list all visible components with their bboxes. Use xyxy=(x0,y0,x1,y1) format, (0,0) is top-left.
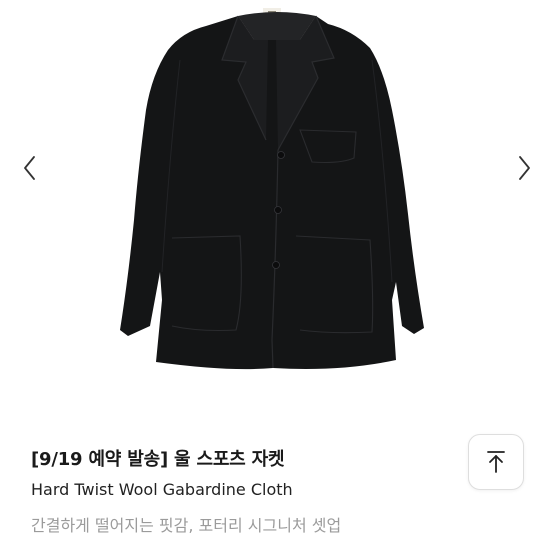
chevron-left-icon xyxy=(24,156,35,180)
gallery-next-button[interactable] xyxy=(510,148,540,188)
arrow-up-to-top-icon xyxy=(487,451,505,473)
scroll-to-top-button[interactable] xyxy=(468,434,524,490)
gallery-prev-button[interactable] xyxy=(14,148,44,188)
product-info: [9/19 예약 발송] 울 스포츠 자켓 Hard Twist Wool Ga… xyxy=(0,400,554,554)
chevron-right-icon xyxy=(519,156,530,180)
product-image-gallery xyxy=(0,0,554,400)
product-subtitle: Hard Twist Wool Gabardine Cloth xyxy=(31,480,293,499)
product-jacket-image xyxy=(120,8,424,370)
product-description: 간결하게 떨어지는 핏감, 포터리 시그니처 셋업 xyxy=(31,516,342,535)
product-title: [9/19 예약 발송] 울 스포츠 자켓 xyxy=(31,449,285,470)
